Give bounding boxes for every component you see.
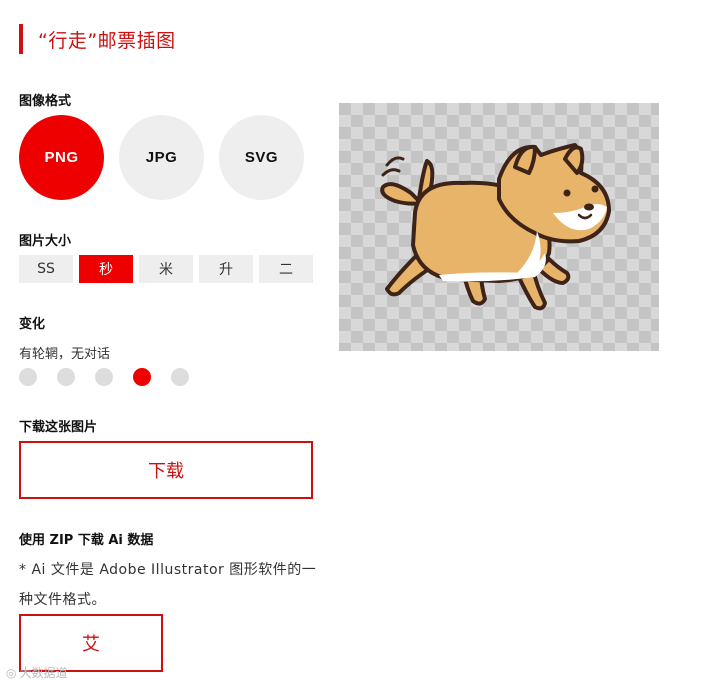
download-button[interactable]: 下载 [19,441,313,499]
variation-dot[interactable] [57,368,75,386]
format-option-jpg[interactable]: JPG [119,115,204,200]
page-title: “行走”邮票插图 [38,30,176,52]
variation-description: 有轮辋，无对话 [19,347,111,362]
size-option-m[interactable]: 米 [139,255,193,283]
variation-dot[interactable] [171,368,189,386]
size-option-ll[interactable]: 二 [259,255,313,283]
ai-download-label: 使用 ZIP 下载 Ai 数据 [19,533,154,548]
watermark: ◎ 大数据道 [6,664,68,681]
title-accent-bar [19,24,23,54]
ai-format-note: * Ai 文件是 Adobe Illustrator 图形软件的一种文件格式。 [19,562,317,608]
format-option-svg[interactable]: SVG [219,115,304,200]
variation-dot[interactable] [19,368,37,386]
download-label: 下载这张图片 [19,420,98,435]
shiba-dog-illustration [380,143,611,311]
size-option-ss[interactable]: SS [19,255,73,283]
variation-label: 变化 [19,317,46,332]
watermark-logo-icon: ◎ [6,665,17,680]
watermark-text: 大数据道 [19,666,68,680]
image-preview [339,103,659,351]
size-option-l[interactable]: 升 [199,255,253,283]
format-option-png[interactable]: PNG [19,115,104,200]
format-label: 图像格式 [19,94,72,109]
variation-dot[interactable] [95,368,113,386]
size-label: 图片大小 [19,234,72,249]
variation-dot-selected[interactable] [133,368,151,386]
size-option-s[interactable]: 秒 [79,255,133,283]
